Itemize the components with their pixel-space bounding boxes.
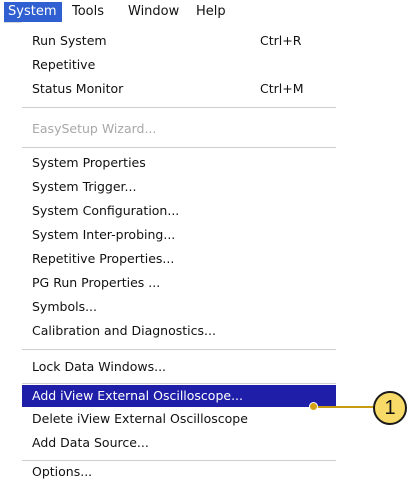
menu-item-label: Options... — [32, 464, 93, 479]
menu-item-options[interactable]: Options... — [22, 461, 336, 483]
callout-number-badge: 1 — [373, 391, 407, 425]
menu-item-calibration-diagnostics[interactable]: Calibration and Diagnostics... — [22, 320, 336, 342]
menu-item-system-trigger[interactable]: System Trigger... — [22, 176, 336, 198]
menu-separator — [22, 349, 336, 350]
menu-item-label: Status Monitor — [32, 81, 124, 96]
menu-help[interactable]: Help — [192, 2, 236, 22]
menu-item-label: Run System — [32, 33, 107, 48]
menu-separator — [22, 107, 336, 108]
menu-system[interactable]: System — [4, 2, 62, 22]
menu-item-label: EasySetup Wizard... — [32, 121, 157, 136]
menu-separator — [22, 147, 336, 148]
shortcut-label: Ctrl+R — [260, 33, 302, 48]
callout-dot — [309, 402, 318, 411]
menu-item-repetitive-properties[interactable]: Repetitive Properties... — [22, 248, 336, 270]
menu-item-label: System Configuration... — [32, 203, 180, 218]
menu-item-symbols[interactable]: Symbols... — [22, 296, 336, 318]
menu-item-label: Repetitive Properties... — [32, 251, 175, 266]
menu-item-label: System Inter-probing... — [32, 227, 176, 242]
menu-item-label: Symbols... — [32, 299, 97, 314]
menu-item-system-configuration[interactable]: System Configuration... — [22, 200, 336, 222]
menu-item-label: PG Run Properties ... — [32, 275, 161, 290]
menu-item-label: System Trigger... — [32, 179, 137, 194]
menu-item-lock-data-windows[interactable]: Lock Data Windows... — [22, 356, 336, 378]
menu-item-label: Lock Data Windows... — [32, 359, 167, 374]
menu-item-add-data-source[interactable]: Add Data Source... — [22, 432, 336, 454]
menu-item-delete-iview-external-oscilloscope[interactable]: Delete iView External Oscilloscope — [22, 408, 336, 430]
menu-item-add-iview-external-oscilloscope[interactable]: Add iView External Oscilloscope... — [22, 385, 336, 407]
menu-item-system-properties[interactable]: System Properties — [22, 152, 336, 174]
menu-item-system-inter-probing[interactable]: System Inter-probing... — [22, 224, 336, 246]
menu-item-label: Repetitive — [32, 57, 96, 72]
menu-item-label: Add Data Source... — [32, 435, 149, 450]
menu-tools[interactable]: Tools — [68, 2, 120, 22]
menu-bar: System Tools Window Help — [4, 2, 336, 23]
menu-item-label: Add iView External Oscilloscope... — [32, 388, 243, 403]
menu-separator — [22, 383, 336, 384]
callout-leader-line — [312, 406, 376, 408]
menu-item-label: Calibration and Diagnostics... — [32, 323, 216, 338]
menu-item-label: System Properties — [32, 155, 146, 170]
menu-item-repetitive[interactable]: Repetitive — [22, 54, 336, 76]
menu-item-run-system[interactable]: Run System Ctrl+R — [22, 30, 336, 52]
menu-item-label: Delete iView External Oscilloscope — [32, 411, 248, 426]
system-menu-dropdown: Run System Ctrl+R Repetitive Status Moni… — [22, 22, 336, 479]
menu-item-easysetup-wizard: EasySetup Wizard... — [22, 118, 336, 140]
menu-item-pg-run-properties[interactable]: PG Run Properties ... — [22, 272, 336, 294]
menu-window[interactable]: Window — [124, 2, 188, 22]
menu-item-status-monitor[interactable]: Status Monitor Ctrl+M — [22, 78, 336, 100]
shortcut-label: Ctrl+M — [260, 81, 304, 96]
